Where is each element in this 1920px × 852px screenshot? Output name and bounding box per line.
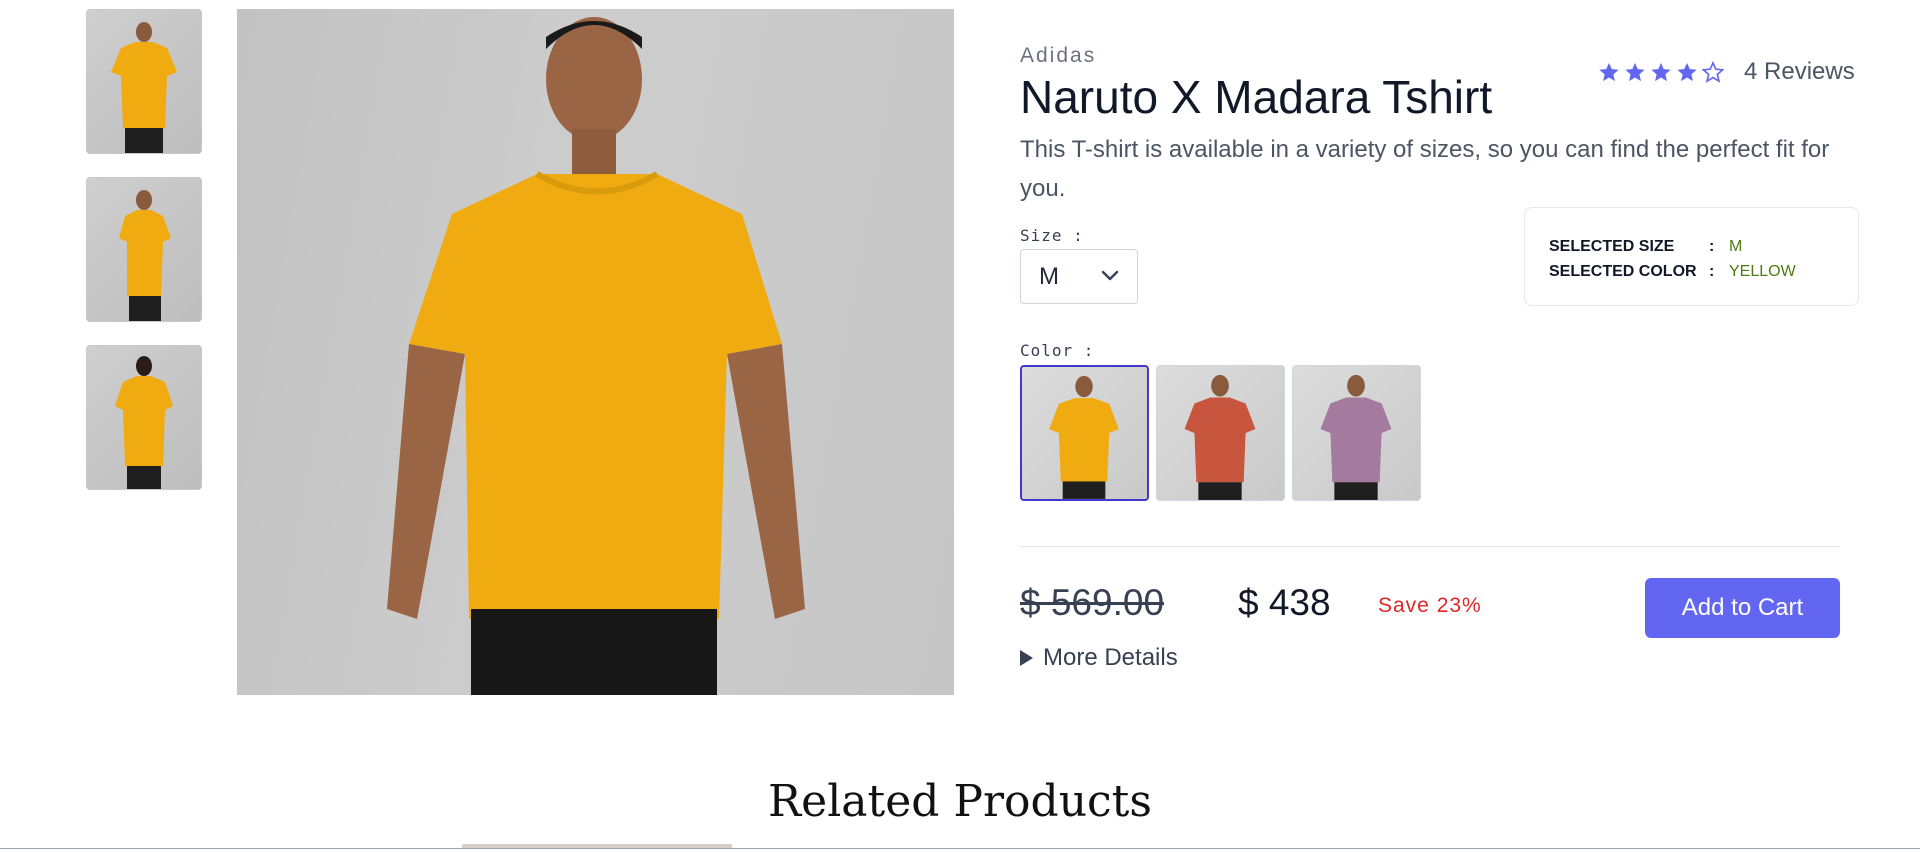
model-yellow-tshirt-photo-icon <box>387 17 805 695</box>
star-filled-icon <box>1677 62 1697 82</box>
rating: 4 Reviews <box>1598 58 1855 86</box>
selected-color-key: SELECTED COLOR <box>1549 262 1697 280</box>
model-back-photo-icon <box>115 356 173 489</box>
star-outline-icon <box>1702 61 1724 83</box>
selected-size-value: M <box>1729 237 1743 255</box>
thumbnail-side[interactable] <box>86 177 202 322</box>
thumbnail-front[interactable] <box>86 9 202 154</box>
original-price: $ 569.00 <box>1020 582 1165 623</box>
caret-right-icon <box>1020 650 1033 666</box>
selected-size-key: SELECTED SIZE <box>1549 237 1675 255</box>
model-yellow-tshirt-icon <box>1049 375 1119 499</box>
product-description: This T-shirt is available in a variety o… <box>1020 136 1830 202</box>
add-to-cart-button[interactable]: Add to Cart <box>1645 578 1840 638</box>
colon: : <box>1709 262 1715 280</box>
selected-color-row: SELECTED COLOR : YELLOW <box>1549 259 1858 284</box>
color-swatch-yellow[interactable] <box>1020 365 1149 501</box>
size-select[interactable]: M <box>1020 249 1138 304</box>
divider <box>0 848 1920 849</box>
star-filled-icon <box>1651 62 1671 82</box>
thumbnail-back[interactable] <box>86 345 202 490</box>
color-label: Color : <box>1020 341 1095 360</box>
model-purple-tshirt-icon <box>1320 374 1392 500</box>
related-products-heading: Related Products <box>768 776 1152 827</box>
chevron-down-icon <box>1101 270 1119 281</box>
color-swatch-purple[interactable] <box>1292 365 1421 501</box>
more-details-label: More Details <box>1043 644 1178 671</box>
main-product-image <box>237 9 954 695</box>
star-filled-icon <box>1625 62 1645 82</box>
model-red-tshirt-icon <box>1184 374 1256 500</box>
star-filled-icon <box>1599 62 1619 82</box>
model-front-photo-icon <box>111 22 177 153</box>
model-side-photo-icon <box>119 190 171 321</box>
colon: : <box>1709 237 1715 255</box>
selection-summary: SELECTED SIZE : M SELECTED COLOR : YELLO… <box>1524 207 1859 306</box>
brand-name: Adidas <box>1020 44 1097 67</box>
product-title: Naruto X Madara Tshirt <box>1020 71 1493 123</box>
size-select-value: M <box>1039 262 1059 290</box>
color-swatch-red[interactable] <box>1156 365 1285 501</box>
reviews-link[interactable]: 4 Reviews <box>1744 58 1855 86</box>
selected-size-row: SELECTED SIZE : M <box>1549 234 1858 259</box>
discount-badge: Save 23% <box>1378 594 1482 617</box>
sale-price: $ 438 <box>1238 582 1331 623</box>
selected-color-value: YELLOW <box>1729 262 1796 280</box>
size-label: Size : <box>1020 226 1084 245</box>
more-details-toggle[interactable]: More Details <box>1020 644 1178 672</box>
divider <box>1020 546 1840 547</box>
